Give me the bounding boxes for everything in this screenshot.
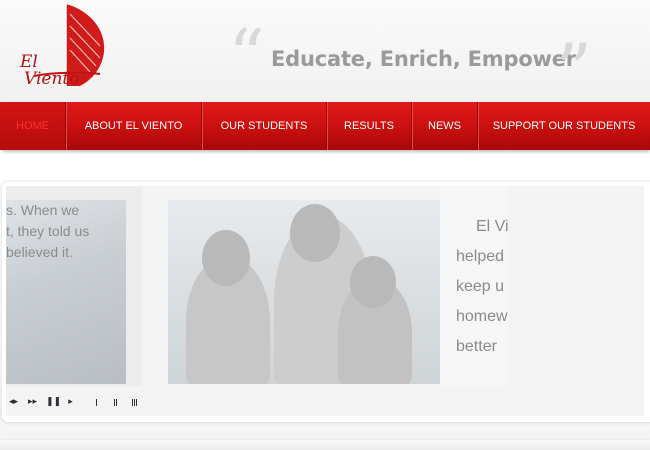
nav-item-our-students[interactable]: OUR STUDENTS [202, 102, 327, 150]
caption-line: homew [456, 308, 508, 325]
caption-line: keep u [456, 278, 505, 295]
slide-previous-line: t, they told us [6, 223, 90, 239]
slideshow-panel: s. When we t, they told us believed it. … [2, 182, 650, 422]
slide-previous-line: s. When we [6, 202, 80, 218]
nav-item-support[interactable]: SUPPORT OUR STUDENTS [478, 102, 650, 150]
previous-icon[interactable]: ◂▸ [8, 397, 19, 408]
slideshow-controls: ◂▸ ▸▸ ❚❚ ▸ [8, 395, 138, 409]
content-band [0, 440, 650, 450]
main-nav: HOME ABOUT EL VIENTO OUR STUDENTS RESULT… [0, 102, 650, 150]
slide-current-photo[interactable] [168, 200, 440, 384]
caption-line: El Vi [476, 218, 509, 235]
registered-mark: ® [79, 75, 88, 84]
nav-item-home[interactable]: HOME [0, 102, 66, 150]
head-shape [202, 230, 250, 286]
tagline-text: Educate, Enrich, Empower [271, 47, 576, 71]
site-header: El Viento® “ Educate, Enrich, Empower ” [0, 0, 650, 106]
slide-previous[interactable]: s. When we t, they told us believed it. [6, 186, 142, 386]
page-3-icon[interactable] [132, 398, 138, 406]
slide-previous-line: believed it. [6, 244, 73, 260]
close-quote-icon: ” [555, 28, 592, 112]
nav-item-about[interactable]: ABOUT EL VIENTO [66, 102, 202, 150]
slide-previous-text: s. When we t, they told us believed it. [6, 200, 126, 263]
slide-current-caption: El Vi helped keep u homew better [440, 186, 509, 386]
head-shape [350, 256, 396, 308]
slideshow-viewport: s. When we t, they told us believed it. … [6, 186, 644, 416]
logo-line-2: Viento [24, 69, 80, 89]
nav-item-news[interactable]: NEWS [412, 102, 478, 150]
nav-item-results[interactable]: RESULTS [327, 102, 412, 150]
caption-line: helped [456, 248, 505, 265]
head-shape [290, 204, 340, 262]
next-icon[interactable]: ▸ [65, 397, 76, 408]
tagline-banner: “ Educate, Enrich, Empower ” [228, 20, 598, 106]
page-2-icon[interactable] [114, 398, 120, 406]
pause-icon[interactable]: ❚❚ [46, 397, 61, 408]
open-quote-icon: “ [228, 14, 265, 98]
page-1-icon[interactable] [96, 398, 102, 406]
logo-wordmark: El Viento® [18, 54, 108, 88]
slide-pager [96, 398, 138, 406]
play-icon[interactable]: ▸▸ [27, 397, 38, 408]
caption-line: better [456, 338, 497, 355]
